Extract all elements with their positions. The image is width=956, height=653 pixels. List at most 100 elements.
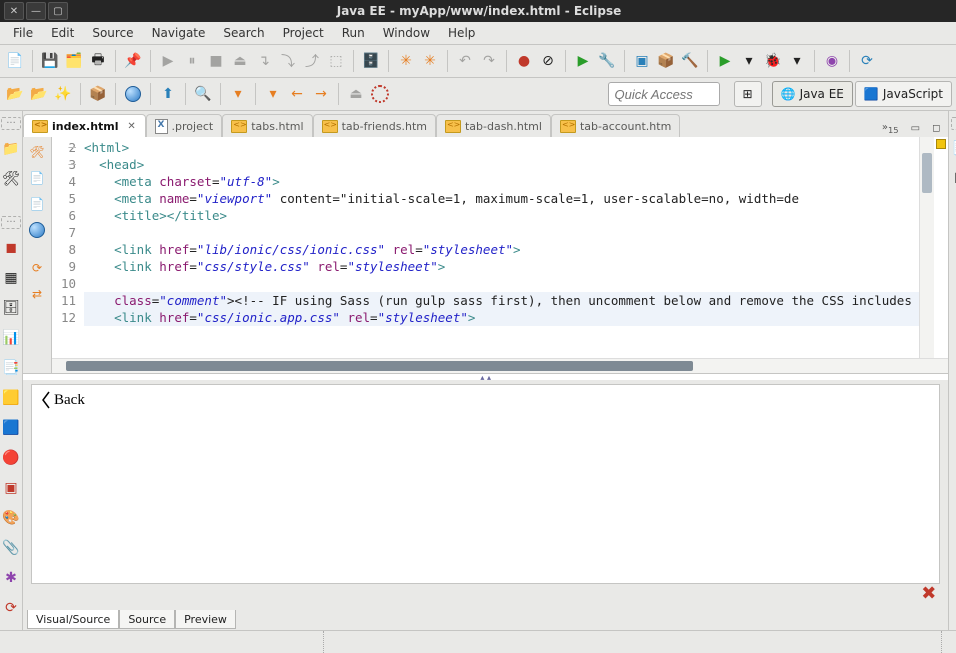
code-content[interactable]: <html> <head> <meta charset="utf-8"> <me… — [80, 137, 919, 358]
servers-icon[interactable]: 🗄 — [0, 297, 22, 319]
tab-tab-account[interactable]: tab-account.htm — [551, 114, 680, 137]
open-folder-2-icon[interactable]: 📂 — [28, 83, 50, 105]
progress-icon[interactable] — [369, 83, 391, 105]
tab-preview[interactable]: Preview — [175, 610, 236, 629]
perspective-javascript[interactable]: 🟦JavaScript — [855, 81, 952, 107]
tab-tab-friends[interactable]: tab-friends.htm — [313, 114, 436, 137]
print-icon[interactable]: 🖶 — [87, 50, 109, 72]
palette-view-icon[interactable]: 🛠 — [26, 141, 48, 163]
outline-view-icon[interactable]: 📄 — [26, 167, 48, 189]
menu-edit[interactable]: Edit — [42, 24, 83, 42]
run-dropdown-icon[interactable]: ▶ — [714, 50, 736, 72]
package-2-icon[interactable]: 📦 — [87, 83, 109, 105]
minimized-view-stub-left-1[interactable]: ··· — [1, 117, 21, 130]
nav-up-icon[interactable]: ⬆ — [157, 83, 179, 105]
menu-search[interactable]: Search — [214, 24, 273, 42]
refresh-editor-icon[interactable]: ⟳ — [26, 257, 48, 279]
tab-visual-source[interactable]: Visual/Source — [27, 610, 119, 629]
run-icon[interactable]: ▶ — [572, 50, 594, 72]
preview-viewport[interactable]: Back — [31, 384, 940, 584]
search-icon[interactable]: 🔍 — [192, 83, 214, 105]
tab-overflow-button[interactable]: »15 — [880, 120, 901, 137]
close-icon[interactable]: ✕ — [4, 2, 24, 20]
tab-project[interactable]: .project — [146, 114, 223, 137]
team-sync-icon[interactable]: ⟳ — [856, 50, 878, 72]
run-ant-icon[interactable]: 🔨 — [679, 50, 701, 72]
git-icon[interactable]: ✱ — [0, 567, 22, 589]
forward-history-icon[interactable]: → — [310, 83, 332, 105]
js-view-icon[interactable]: 🟨 — [0, 387, 22, 409]
overview-marker-icon[interactable] — [936, 139, 946, 149]
add-breakpoint-icon[interactable]: ● — [513, 50, 535, 72]
menu-source[interactable]: Source — [83, 24, 142, 42]
horizontal-scrollbar[interactable] — [52, 358, 948, 373]
menu-help[interactable]: Help — [439, 24, 484, 42]
tab-tabs-html[interactable]: tabs.html — [222, 114, 312, 137]
minimize-editor-icon[interactable]: ▭ — [909, 121, 922, 136]
css-view-icon[interactable]: 🟦 — [0, 417, 22, 439]
preview-close-icon[interactable]: ✖ — [921, 583, 936, 604]
terminate-icon[interactable]: ■ — [205, 50, 227, 72]
run-last-icon[interactable]: 🔧 — [596, 50, 618, 72]
maximize-icon[interactable]: ▢ — [48, 2, 68, 20]
vertical-scroll-thumb[interactable] — [922, 153, 932, 193]
menu-navigate[interactable]: Navigate — [143, 24, 215, 42]
project-explorer-icon[interactable]: 📁 — [0, 138, 22, 160]
step-over-icon[interactable]: ⤵ — [277, 50, 299, 72]
markers-icon[interactable]: ◼ — [0, 237, 22, 259]
tools-icon[interactable]: 🛠 — [0, 168, 22, 190]
snippets-icon[interactable]: 📑 — [0, 357, 22, 379]
quick-access-input[interactable] — [608, 82, 720, 106]
console-icon[interactable]: ▣ — [0, 477, 22, 499]
html-view-icon[interactable]: 📄 — [26, 193, 48, 215]
preview-back-link[interactable]: Back — [42, 391, 85, 409]
tab-index-html[interactable]: index.html — [23, 114, 146, 137]
step-into-icon[interactable]: ↴ — [253, 50, 275, 72]
jax-icon[interactable]: 📎 — [0, 537, 22, 559]
outline-icon[interactable]: 📑 — [949, 138, 956, 160]
properties-icon[interactable]: ▦ — [0, 267, 22, 289]
save-all-icon[interactable]: 🗂️ — [63, 50, 85, 72]
error-log-icon[interactable]: 🔴 — [0, 447, 22, 469]
vertical-scrollbar[interactable] — [919, 137, 934, 358]
open-task-icon[interactable]: ◉ — [821, 50, 843, 72]
minimized-view-stub-left-2[interactable]: ··· — [1, 216, 21, 229]
annotation-next-icon[interactable]: ▾ — [262, 83, 284, 105]
web-browser-icon[interactable] — [122, 83, 144, 105]
menu-run[interactable]: Run — [333, 24, 374, 42]
maximize-editor-icon[interactable]: ◻ — [930, 121, 942, 136]
task-list-icon[interactable]: ☑ — [949, 168, 956, 190]
run-config-dropdown-icon[interactable]: ▾ — [738, 50, 760, 72]
globe-view-icon[interactable] — [26, 219, 48, 241]
drop-to-frame-icon[interactable]: ⬚ — [325, 50, 347, 72]
perspective-javaee[interactable]: 🌐Java EE — [772, 81, 853, 107]
minimized-view-stub-right[interactable]: ··· — [951, 117, 956, 130]
pin-icon[interactable]: 📌 — [122, 50, 144, 72]
new-icon[interactable]: 📄 — [4, 50, 26, 72]
new-wizard-2-icon[interactable]: ✳ — [419, 50, 441, 72]
redo-icon[interactable]: ↷ — [478, 50, 500, 72]
tab-source[interactable]: Source — [119, 610, 175, 629]
annotation-prev-icon[interactable]: ▾ — [227, 83, 249, 105]
tab-close-icon[interactable] — [127, 121, 137, 131]
undo-icon[interactable]: ↶ — [454, 50, 476, 72]
save-icon[interactable]: 💾 — [39, 50, 61, 72]
package-icon[interactable]: 📦 — [655, 50, 677, 72]
refresh-icon[interactable]: ⟳ — [0, 597, 22, 619]
suspend-icon[interactable]: ⏸ — [181, 50, 203, 72]
debug-dropdown-icon[interactable]: 🐞 — [762, 50, 784, 72]
menu-window[interactable]: Window — [374, 24, 439, 42]
menu-file[interactable]: File — [4, 24, 42, 42]
resume-icon[interactable]: ▶ — [157, 50, 179, 72]
step-return-icon[interactable]: ⤴ — [301, 50, 323, 72]
open-perspective-button[interactable]: ⊞ — [734, 81, 762, 107]
horizontal-scroll-thumb[interactable] — [66, 361, 693, 371]
skip-breakpoints-icon[interactable]: ⊘ — [537, 50, 559, 72]
open-type-icon[interactable]: ▣ — [631, 50, 653, 72]
disconnect-icon[interactable]: ⏏ — [229, 50, 251, 72]
stop-build-icon[interactable]: ⏏ — [345, 83, 367, 105]
tab-tab-dash[interactable]: tab-dash.html — [436, 114, 551, 137]
new-server-icon[interactable]: 🗄️ — [360, 50, 382, 72]
debug-config-dropdown-icon[interactable]: ▾ — [786, 50, 808, 72]
wizard-icon[interactable]: ✨ — [52, 83, 74, 105]
